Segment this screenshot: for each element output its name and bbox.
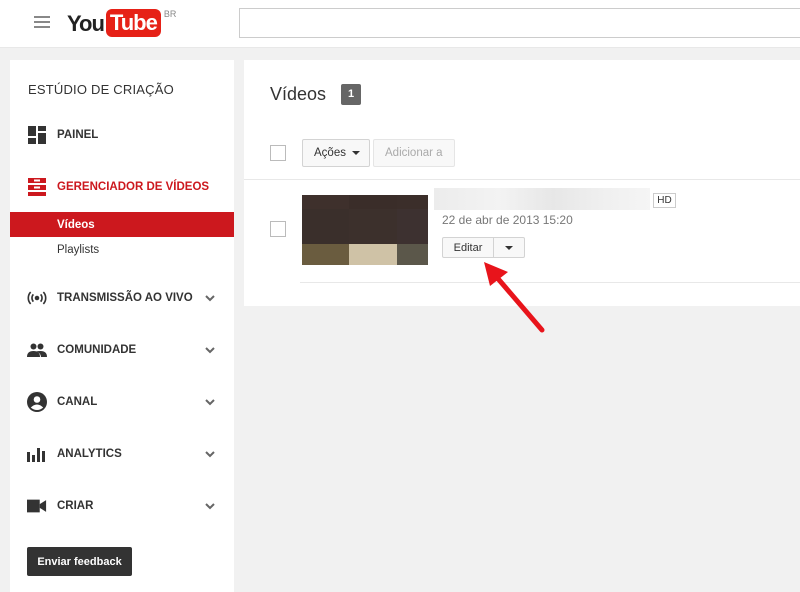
live-broadcast-icon [27,288,47,308]
sidebar-subitem-label: Playlists [57,243,100,256]
sidebar-item-label: CRIAR [57,500,94,512]
chevron-down-icon[interactable] [204,500,216,512]
edit-button[interactable]: Editar [442,237,494,258]
divider [244,179,800,180]
create-camera-icon [27,496,47,516]
sidebar-item-label: CANAL [57,396,98,408]
sidebar: ESTÚDIO DE CRIAÇÃO PAINEL GERENCIADOR DE… [10,60,234,592]
caret-down-icon [351,151,360,155]
sidebar-item-analytics[interactable]: ANALYTICS [10,436,234,472]
sidebar-item-live[interactable]: TRANSMISSÃO AO VIVO [10,280,234,316]
sidebar-subitem-playlists[interactable]: Playlists [10,237,234,262]
country-code: BR [163,9,177,19]
caret-down-icon [505,245,513,250]
add-to-button[interactable]: Adicionar a [373,139,455,167]
logo-you-text: You [67,11,105,36]
video-date: 22 de abr de 2013 15:20 [442,213,573,227]
youtube-logo[interactable]: You Tube BR [67,9,176,39]
video-count-badge: 1 [341,84,361,105]
sidebar-item-channel[interactable]: CANAL [10,384,234,420]
logo-tube-text: Tube [105,9,161,37]
dashboard-icon [27,125,47,145]
search-input[interactable] [239,8,800,38]
divider [300,282,800,283]
chevron-down-icon[interactable] [204,292,216,304]
community-icon [27,340,47,360]
sidebar-item-painel[interactable]: PAINEL [10,117,234,153]
sidebar-item-video-manager[interactable]: GERENCIADOR DE VÍDEOS [10,169,234,205]
video-manager-icon [27,177,47,197]
sidebar-item-label: COMUNIDADE [57,344,137,356]
hd-badge: HD [653,193,676,208]
video-title-redacted[interactable] [434,188,650,210]
menu-icon[interactable] [34,16,50,30]
video-thumbnail[interactable] [302,195,428,265]
sidebar-item-create[interactable]: CRIAR [10,488,234,524]
actions-label: Ações [314,147,346,159]
edit-dropdown-button[interactable] [494,237,525,258]
sidebar-item-community[interactable]: COMUNIDADE [10,332,234,368]
actions-dropdown-button[interactable]: Ações [302,139,370,167]
annotation-arrow-icon [484,262,545,333]
sidebar-item-label: PAINEL [57,129,99,141]
studio-title: ESTÚDIO DE CRIAÇÃO [28,82,174,97]
send-feedback-button[interactable]: Enviar feedback [27,547,132,576]
sidebar-item-label: GERENCIADOR DE VÍDEOS [57,181,210,193]
sidebar-subitem-videos[interactable]: Vídeos [10,212,234,237]
chevron-down-icon[interactable] [204,344,216,356]
channel-icon [27,392,47,412]
select-all-checkbox[interactable] [270,145,286,161]
sidebar-subitem-label: Vídeos [57,218,95,231]
video-row-checkbox[interactable] [270,221,286,237]
analytics-icon [27,444,47,464]
sidebar-item-label: ANALYTICS [57,448,122,460]
chevron-down-icon[interactable] [204,396,216,408]
page-title: Vídeos [270,84,327,104]
chevron-down-icon[interactable] [204,448,216,460]
top-bar: You Tube BR [0,0,800,48]
sidebar-item-label: TRANSMISSÃO AO VIVO [57,292,193,304]
